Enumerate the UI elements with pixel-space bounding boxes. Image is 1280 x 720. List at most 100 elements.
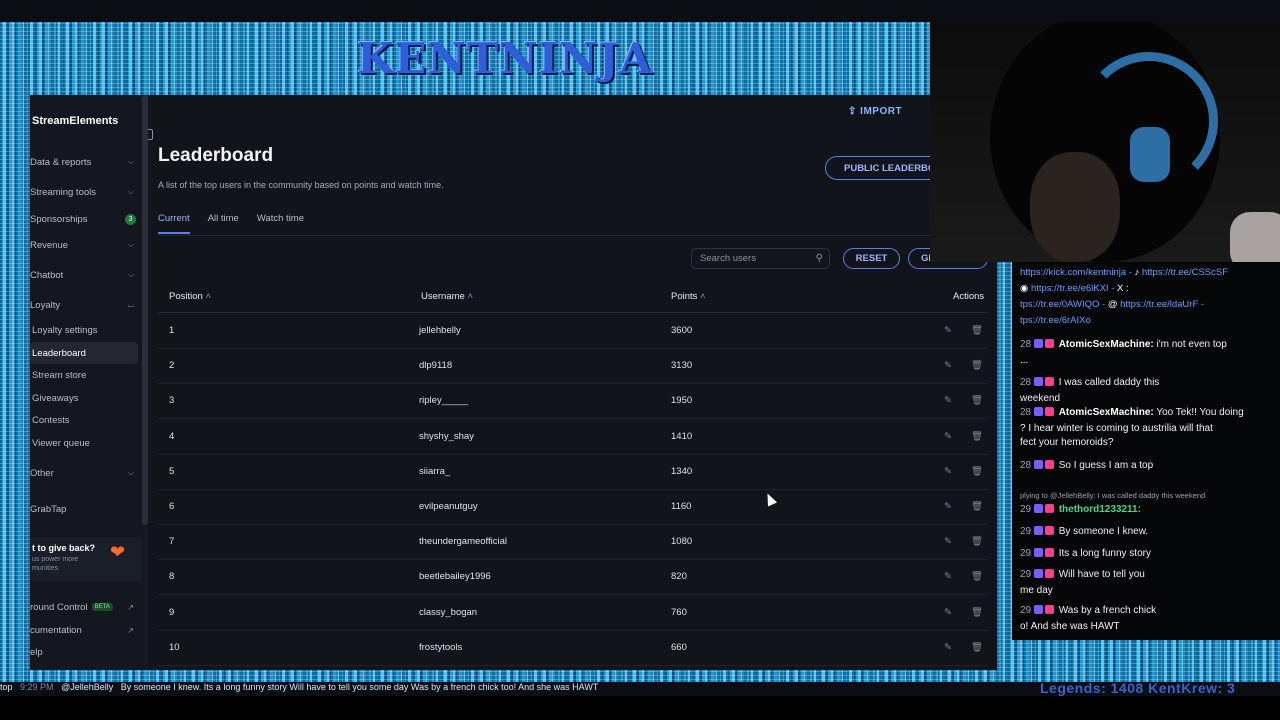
- chat-message: fect your hemoroids?: [1020, 435, 1274, 451]
- edit-icon[interactable]: ✎: [944, 395, 952, 406]
- headphone-ear: [1130, 127, 1170, 182]
- trash-icon[interactable]: 🗑: [971, 466, 983, 477]
- sponsorships-badge: 3: [125, 213, 136, 225]
- edit-icon[interactable]: ✎: [944, 431, 952, 442]
- column-position[interactable]: Position ˄: [169, 291, 211, 302]
- sidebar-item-ground-control[interactable]: round Control BETA ↗: [30, 596, 138, 618]
- chat-message: 28 I was called daddy this weekend: [1020, 375, 1274, 407]
- sidebar-item-contests[interactable]: Contests: [30, 409, 138, 431]
- column-username[interactable]: Username ˄: [421, 291, 473, 302]
- chat-text-continued: me day: [1020, 585, 1053, 596]
- chat-username[interactable]: AtomicSexMachine:: [1059, 407, 1154, 418]
- row-points: 3130: [671, 360, 693, 372]
- sidebar-item-label: round Control: [30, 601, 88, 613]
- give-back-card[interactable]: t to give back? us power more munities ❤: [30, 537, 142, 581]
- trash-icon[interactable]: 🗑: [971, 607, 983, 618]
- chat-time: 29: [1020, 504, 1032, 515]
- search-input[interactable]: Search users ⚲: [691, 248, 830, 269]
- edit-icon[interactable]: ✎: [944, 466, 952, 477]
- sidebar-item-sponsorships[interactable]: Sponsorships 3: [30, 208, 138, 230]
- chat-text-continued: ? I hear winter is coming to austrilia w…: [1020, 423, 1213, 434]
- give-back-title: t to give back?: [32, 543, 96, 553]
- edit-icon[interactable]: ✎: [944, 607, 952, 618]
- table-row: 3 ripley_____ 1950 ✎ 🗑: [158, 383, 987, 420]
- snapchat-link[interactable]: tps://tr.ee/6rAIXo: [1020, 315, 1091, 326]
- sidebar-item-leaderboard[interactable]: Leaderboard: [30, 342, 138, 364]
- trash-icon[interactable]: 🗑: [971, 325, 983, 336]
- chat-text: By someone I knew.: [1058, 526, 1149, 537]
- chat-username[interactable]: thethord1233211:: [1059, 504, 1141, 515]
- sidebar-item-streaming-tools[interactable]: Streaming tools ⌵: [30, 181, 138, 203]
- trash-icon[interactable]: 🗑: [971, 360, 983, 371]
- sidebar-item-chatbot[interactable]: Chatbot ⌵: [30, 264, 138, 286]
- row-username: shyshy_shay: [419, 430, 474, 442]
- row-points: 3600: [671, 325, 693, 336]
- row-username: evilpeanutguy: [419, 501, 478, 512]
- chat-time: 28: [1020, 407, 1032, 418]
- tab-watch-time[interactable]: Watch time: [257, 213, 304, 234]
- chat-text: Will have to tell you: [1058, 569, 1145, 580]
- sidebar-item-help[interactable]: elp: [30, 641, 138, 663]
- column-points[interactable]: Points ˄: [671, 291, 706, 302]
- sidebar-item-documentation[interactable]: cumentation ↗: [30, 619, 138, 641]
- edit-icon[interactable]: ✎: [944, 325, 952, 336]
- trash-icon[interactable]: 🗑: [971, 536, 983, 547]
- sidebar-item-other[interactable]: Other ⌵: [30, 462, 138, 484]
- sidebar-item-stream-store[interactable]: Stream store: [30, 364, 138, 386]
- import-button[interactable]: ⇪ IMPORT: [848, 106, 902, 117]
- sidebar-item-loyalty[interactable]: Loyalty ⌴: [30, 294, 138, 316]
- chevron-down-icon: ⌵: [127, 468, 134, 477]
- edit-icon[interactable]: ✎: [944, 360, 952, 371]
- tabs-divider: [158, 235, 987, 236]
- row-username: classy_bogan: [419, 606, 478, 618]
- edit-icon[interactable]: ✎: [944, 571, 952, 582]
- streamelements-window: StreamElements Data & reports ⌵ Streamin…: [30, 95, 997, 670]
- row-points: 1950: [671, 395, 693, 407]
- trash-icon[interactable]: 🗑: [971, 395, 983, 406]
- instagram-link[interactable]: https://tr.ee/e6lKXI -: [1031, 283, 1117, 294]
- chat-text: plying to @JellehBelly: I was called dad…: [1020, 491, 1206, 500]
- table-row: 10 frostytools 660 ✎ 🗑: [158, 630, 987, 666]
- heart-badge-icon: [1044, 339, 1054, 348]
- sub-badge-icon: [1033, 377, 1043, 386]
- sidebar-item-grabtap[interactable]: GrabTap: [30, 498, 138, 520]
- sidebar-item-viewer-queue[interactable]: Viewer queue: [30, 432, 138, 454]
- trash-icon[interactable]: 🗑: [971, 571, 983, 582]
- heart-icon: ❤: [110, 542, 126, 562]
- chat-username[interactable]: AtomicSexMachine:: [1059, 339, 1154, 350]
- heart-badge-icon: [1044, 460, 1054, 469]
- sub-badge-icon: [1033, 504, 1043, 513]
- import-icon: ⇪: [848, 106, 861, 117]
- tab-current[interactable]: Current: [158, 213, 190, 234]
- ticker-time: 9:29 PM: [20, 682, 54, 692]
- sidebar-item-label: Loyalty: [30, 299, 61, 311]
- tiktok-link[interactable]: https://tr.ee/CSScSF: [1142, 267, 1228, 278]
- brand-name[interactable]: StreamElements: [32, 115, 118, 127]
- search-icon: ⚲: [815, 253, 823, 264]
- table-row: 9 classy_bogan 760 ✎ 🗑: [158, 595, 987, 631]
- sidebar-item-data-reports[interactable]: Data & reports ⌵: [30, 151, 138, 173]
- page-title: Leaderboard: [158, 145, 274, 166]
- chat-message: 29 By someone I knew.: [1020, 524, 1274, 540]
- edit-icon[interactable]: ✎: [944, 501, 952, 512]
- edit-icon[interactable]: ✎: [944, 642, 952, 653]
- threads-link[interactable]: https://tr.ee/ldaUrF -: [1120, 299, 1204, 310]
- trash-icon[interactable]: 🗑: [971, 642, 983, 653]
- row-position: 4: [169, 430, 175, 442]
- edit-icon[interactable]: ✎: [944, 536, 952, 547]
- kick-link[interactable]: https://kick.com/kentninja -: [1020, 267, 1135, 278]
- sidebar-item-loyalty-settings[interactable]: Loyalty settings: [30, 319, 138, 341]
- trash-icon[interactable]: 🗑: [971, 431, 983, 442]
- reset-button[interactable]: RESET: [843, 248, 900, 269]
- sidebar-item-revenue[interactable]: Revenue ⌵: [30, 234, 138, 256]
- sidebar-item-label: Data & reports: [30, 156, 92, 168]
- tab-all-time[interactable]: All time: [208, 213, 239, 234]
- chat-text: Its a long funny story: [1058, 548, 1151, 559]
- external-link-icon: ↗: [127, 625, 134, 635]
- chat-message: 28 So I guess I am a top: [1020, 458, 1274, 474]
- sidebar-item-giveaways[interactable]: Giveaways: [30, 387, 138, 409]
- trash-icon[interactable]: 🗑: [971, 501, 983, 512]
- sidebar-item-label: Sponsorships: [30, 213, 88, 225]
- x-link[interactable]: tps://tr.ee/0AWIQO -: [1020, 299, 1108, 310]
- page-subtitle: A list of the top users in the community…: [158, 180, 444, 190]
